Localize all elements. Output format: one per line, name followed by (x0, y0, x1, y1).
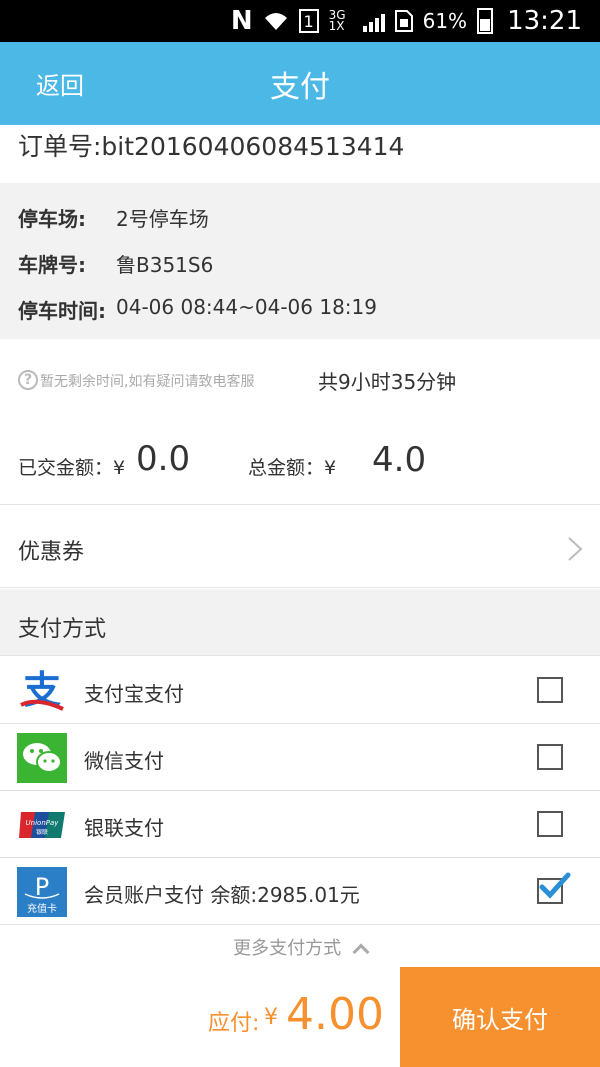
network-type: 3G 1X (328, 8, 346, 33)
page-title: 支付 (270, 70, 330, 105)
wechat-checkbox[interactable] (537, 744, 563, 770)
member-logo-text: P (35, 873, 49, 901)
alipay-icon: 支 (17, 666, 67, 716)
wechat-icon (17, 733, 67, 783)
payment-method-member[interactable]: P 充值卡 会员账户支付 余额:2985.01元 (0, 858, 600, 925)
unionpay-logo-sub: 银联 (36, 828, 48, 836)
unionpay-checkbox[interactable] (537, 811, 563, 837)
total-amount-label: 总金额：¥ (248, 457, 337, 479)
alipay-label: 支付宝支付 (84, 682, 184, 706)
battery-icon (477, 8, 494, 34)
coupon-label: 优惠券 (18, 540, 85, 565)
wechat-label: 微信支付 (84, 749, 164, 773)
unionpay-icon: UnionPay 银联 (17, 800, 67, 850)
chevron-up-icon (352, 943, 370, 961)
unionpay-logo-text: UnionPay (26, 819, 60, 827)
more-payment-methods[interactable]: 更多支付方式 (0, 926, 600, 966)
remaining-time-hint: 暂无剩余时间,如有疑问请致电客服 (40, 374, 255, 390)
more-payment-methods-label: 更多支付方式 (233, 938, 342, 959)
question-icon[interactable]: ? (18, 370, 38, 390)
battery-percent: 61% (422, 9, 468, 33)
sim-card-icon (394, 10, 413, 32)
amount-due-value: 4.00 (286, 989, 384, 1040)
plate-value: 鲁B351S6 (116, 253, 214, 277)
wifi-icon (263, 10, 289, 32)
nfc-icon: N (230, 6, 253, 36)
coupon-row[interactable]: 优惠券 (0, 506, 600, 588)
amount-section: ? 暂无剩余时间,如有疑问请致电客服 共9小时35分钟 已交金额：¥ 0.0 总… (0, 339, 600, 505)
payment-method-wechat[interactable]: 微信支付 (0, 724, 600, 791)
payment-method-unionpay[interactable]: UnionPay 银联 银联支付 (0, 791, 600, 858)
parking-duration: 共9小时35分钟 (318, 370, 457, 394)
alipay-checkbox[interactable] (537, 677, 563, 703)
plate-row: 车牌号: 鲁B351S6 (18, 249, 213, 278)
paid-amount-label: 已交金额：¥ (18, 457, 126, 479)
clock: 13:21 (507, 6, 582, 36)
signal-icon (361, 10, 385, 32)
unionpay-label: 银联支付 (84, 816, 164, 840)
parking-time-value: 04-06 08:44~04-06 18:19 (116, 295, 377, 319)
parking-lot-row: 停车场: 2号停车场 (18, 203, 209, 232)
plate-label: 车牌号: (18, 253, 86, 277)
chevron-right-icon (568, 537, 583, 561)
parking-time-row: 停车时间: 04-06 08:44~04-06 18:19 (18, 295, 377, 324)
parking-info: 停车场: 2号停车场 车牌号: 鲁B351S6 停车时间: 04-06 08:4… (0, 183, 600, 339)
checkmark-icon (539, 872, 571, 899)
member-logo-sub: 充值卡 (27, 902, 57, 915)
member-label: 会员账户支付 余额:2985.01元 (84, 883, 360, 907)
footer-bar: 应付: ¥ 4.00 确认支付 (0, 967, 600, 1067)
confirm-payment-button[interactable]: 确认支付 (400, 967, 600, 1067)
total-amount-value: 4.0 (372, 440, 427, 480)
parking-lot-value: 2号停车场 (116, 207, 209, 231)
member-checkbox[interactable] (537, 872, 571, 904)
payment-method-alipay[interactable]: 支 支付宝支付 (0, 657, 600, 724)
parking-lot-label: 停车场: (18, 207, 86, 231)
amount-due-currency: ¥ (264, 1005, 278, 1030)
order-number: 订单号:bit20160406084513414 (0, 125, 600, 183)
payment-methods-header: 支付方式 (0, 589, 600, 656)
member-card-icon: P 充值卡 (17, 867, 67, 917)
paid-amount-value: 0.0 (136, 439, 191, 479)
parking-time-label: 停车时间: (18, 299, 106, 323)
amount-due-label: 应付: (208, 1011, 260, 1036)
payment-methods-title: 支付方式 (18, 617, 107, 642)
app-header: 返回 支付 (0, 42, 600, 125)
status-bar: N 1 3G 1X 61% 13:21 (0, 0, 600, 42)
sim-slot-icon: 1 (298, 9, 319, 33)
